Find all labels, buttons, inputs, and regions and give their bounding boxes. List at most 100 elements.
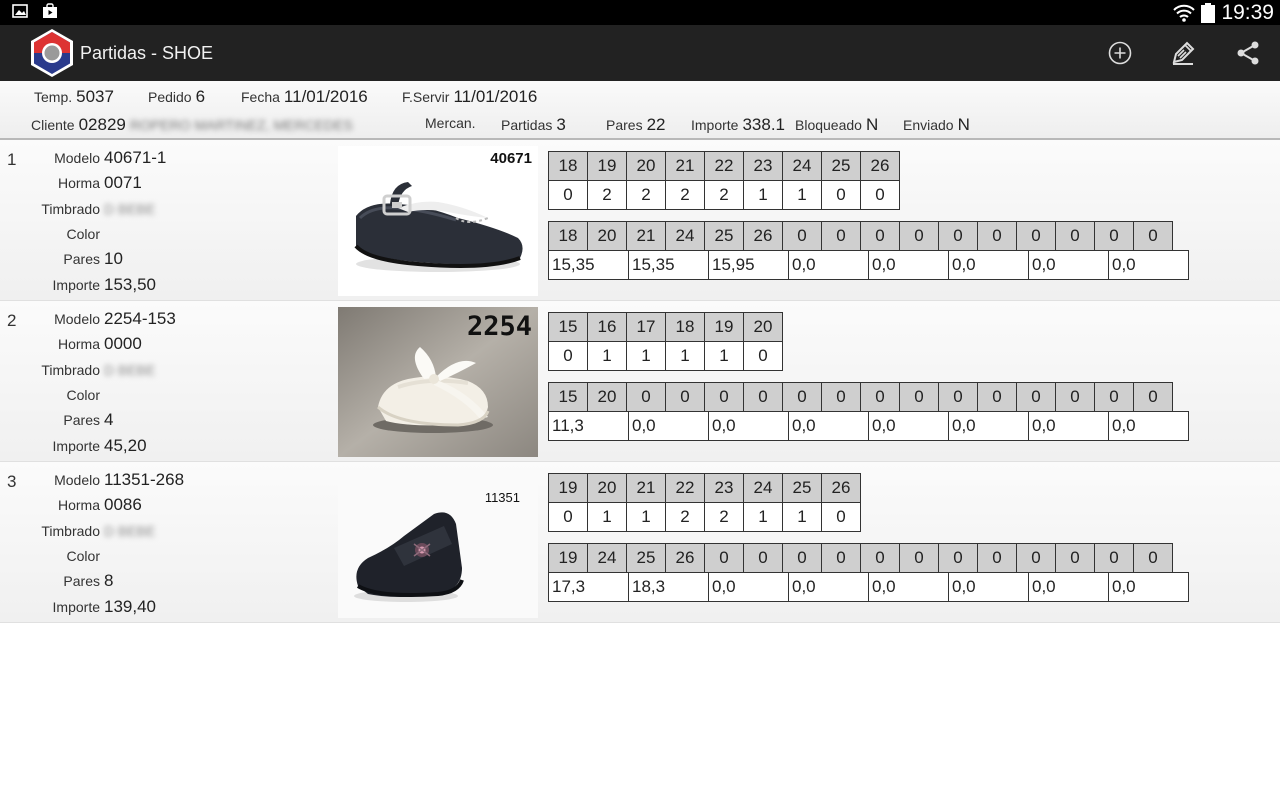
product-photo[interactable]: 40671 — [338, 146, 538, 296]
importe-field: Importe 338.1 — [691, 115, 786, 134]
quantity-cell[interactable]: 1 — [587, 341, 627, 371]
price-cell[interactable]: 0,0 — [708, 572, 789, 602]
product-photo[interactable]: 2254 — [338, 307, 538, 457]
color-field: Color — [0, 224, 300, 244]
price-cell[interactable]: 0,0 — [708, 411, 789, 441]
price-cell[interactable]: 0,0 — [948, 411, 1029, 441]
price-cell[interactable]: 18,3 — [628, 572, 709, 602]
price-cell[interactable]: 0,0 — [1108, 411, 1189, 441]
price-cell[interactable]: 0,0 — [868, 411, 949, 441]
add-button[interactable] — [1100, 33, 1140, 73]
quantity-cell[interactable]: 1 — [626, 502, 666, 532]
battery-icon — [1201, 2, 1216, 23]
timbrado-field: Timbrado D BEBE — [0, 521, 300, 541]
size-header-cell: 25 — [782, 473, 822, 503]
size-header-cell: 18 — [548, 151, 588, 181]
quantity-cell[interactable]: 1 — [665, 341, 705, 371]
quantity-cell[interactable]: 2 — [587, 180, 627, 210]
status-bar: 19:39 — [0, 0, 1280, 25]
quantity-cell[interactable]: 2 — [665, 502, 705, 532]
price-cell[interactable]: 0,0 — [788, 411, 869, 441]
app-logo-icon[interactable] — [29, 28, 75, 78]
edit-button[interactable] — [1163, 33, 1203, 73]
price-cell[interactable]: 0,0 — [948, 250, 1029, 280]
price-cell[interactable]: 0,0 — [948, 572, 1029, 602]
quantity-cell[interactable]: 2 — [704, 180, 744, 210]
modelo-label: Modelo — [54, 150, 100, 166]
price-size-header-cell: 0 — [821, 543, 861, 573]
price-size-header-cell: 0 — [704, 382, 744, 412]
price-cell[interactable]: 0,0 — [628, 411, 709, 441]
price-cell[interactable]: 15,95 — [708, 250, 789, 280]
quantity-cell[interactable]: 0 — [548, 180, 588, 210]
size-quantity-grid: 18 19 20 21 22 23 24 25 26 0 2 2 2 2 1 1 0 0 — [548, 151, 900, 211]
price-size-header-cell: 0 — [1094, 543, 1134, 573]
size-header-cell: 15 — [548, 312, 588, 342]
timbrado-value: D BEBE — [104, 361, 156, 378]
modelo-field: Modelo 2254-153 — [0, 309, 300, 329]
price-size-header-cell: 0 — [860, 221, 900, 251]
price-cell[interactable]: 0,0 — [1028, 250, 1109, 280]
price-size-header-cell: 25 — [704, 221, 744, 251]
price-cell[interactable]: 15,35 — [548, 250, 629, 280]
quantity-cell[interactable]: 2 — [626, 180, 666, 210]
horma-field: Horma 0071 — [0, 173, 300, 193]
price-size-header-cell: 24 — [587, 543, 627, 573]
modelo-label: Modelo — [54, 311, 100, 327]
product-photo[interactable]: 11351 — [338, 468, 538, 618]
price-cell[interactable]: 0,0 — [788, 572, 869, 602]
color-field: Color — [0, 385, 300, 405]
quantity-cell[interactable]: 1 — [743, 180, 783, 210]
price-cell[interactable]: 0,0 — [1028, 572, 1109, 602]
price-cell[interactable]: 0,0 — [788, 250, 869, 280]
modelo-label: Modelo — [54, 472, 100, 488]
price-size-header-cell: 0 — [1055, 543, 1095, 573]
item-row[interactable]: 1 Modelo 40671-1 Horma 0071 Timbrado D BEBE Col… — [0, 140, 1280, 301]
price-size-header-cell: 0 — [665, 382, 705, 412]
quantity-cell[interactable]: 0 — [821, 502, 861, 532]
importe-value: 153,50 — [104, 274, 156, 294]
price-cell[interactable]: 0,0 — [1108, 572, 1189, 602]
pares-label: Pares — [63, 251, 100, 268]
quantity-cell[interactable]: 1 — [782, 180, 822, 210]
share-button[interactable] — [1228, 33, 1268, 73]
price-cell[interactable]: 11,3 — [548, 411, 629, 441]
item-row[interactable]: 3 Modelo 11351-268 Horma 0086 Timbrado D BEBE C… — [0, 462, 1280, 623]
price-cell[interactable]: 0,0 — [868, 572, 949, 602]
size-header-cell: 16 — [587, 312, 627, 342]
horma-field: Horma 0000 — [0, 334, 300, 354]
quantity-cell[interactable]: 0 — [548, 341, 588, 371]
size-header-cell: 22 — [665, 473, 705, 503]
quantity-cell[interactable]: 2 — [665, 180, 705, 210]
price-size-header-cell: 18 — [548, 221, 588, 251]
timbrado-field: Timbrado D BEBE — [0, 360, 300, 380]
timbrado-label: Timbrado — [41, 361, 100, 378]
quantity-cell[interactable]: 0 — [860, 180, 900, 210]
quantity-cell[interactable]: 1 — [704, 341, 744, 371]
gallery-notification-icon — [12, 4, 28, 18]
price-size-header-cell: 0 — [1055, 382, 1095, 412]
size-quantity-grid: 19 20 21 22 23 24 25 26 0 1 1 2 2 1 1 0 — [548, 473, 861, 533]
item-row[interactable]: 2 Modelo 2254-153 Horma 0000 Timbrado D BEBE Co… — [0, 301, 1280, 462]
quantity-cell[interactable]: 1 — [626, 341, 666, 371]
quantity-cell[interactable]: 1 — [743, 502, 783, 532]
price-cell[interactable]: 0,0 — [1108, 250, 1189, 280]
quantity-cell[interactable]: 0 — [548, 502, 588, 532]
price-size-header-cell: 0 — [1133, 543, 1173, 573]
quantity-cell[interactable]: 0 — [743, 341, 783, 371]
quantity-cell[interactable]: 2 — [704, 502, 744, 532]
size-quantity-grid: 15 16 17 18 19 20 0 1 1 1 1 0 — [548, 312, 783, 372]
action-bar: Partidas - SHOE — [0, 25, 1280, 81]
price-cell[interactable]: 15,35 — [628, 250, 709, 280]
quantity-cell[interactable]: 1 — [782, 502, 822, 532]
price-size-header-cell: 0 — [626, 382, 666, 412]
timbrado-label: Timbrado — [41, 200, 100, 217]
color-field: Color — [0, 546, 300, 566]
timbrado-label: Timbrado — [41, 522, 100, 539]
price-cell[interactable]: 0,0 — [868, 250, 949, 280]
quantity-cell[interactable]: 0 — [821, 180, 861, 210]
price-cell[interactable]: 17,3 — [548, 572, 629, 602]
quantity-cell[interactable]: 1 — [587, 502, 627, 532]
price-cell[interactable]: 0,0 — [1028, 411, 1109, 441]
timbrado-value: D BEBE — [104, 522, 156, 539]
